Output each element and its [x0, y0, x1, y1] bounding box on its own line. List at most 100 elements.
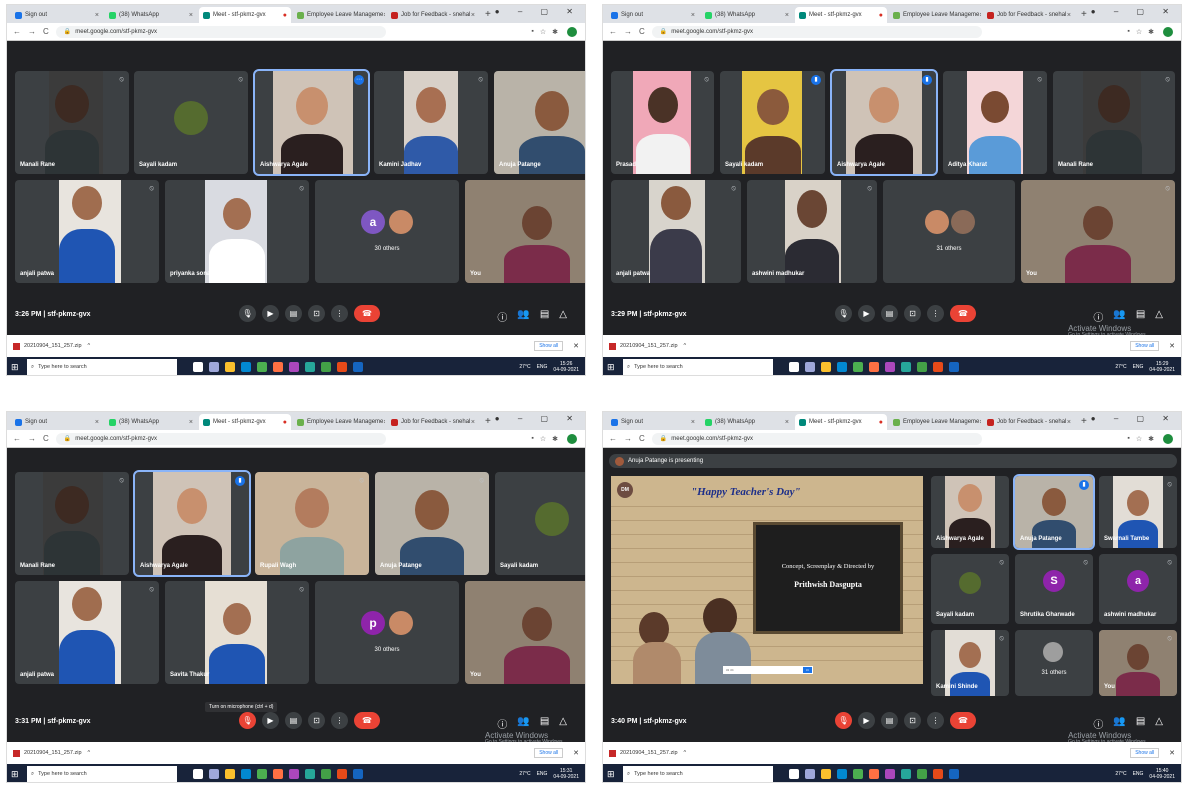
clock[interactable]: 15:31 04-09-2021 — [553, 768, 579, 780]
tab-whatsapp[interactable]: (38) WhatsApp × — [105, 7, 197, 23]
close-icon[interactable]: × — [471, 419, 475, 426]
close-icon[interactable]: × — [471, 12, 475, 19]
cortana-icon[interactable] — [789, 769, 799, 779]
language-indicator[interactable]: ENG — [537, 364, 548, 370]
chat-icon[interactable]: ▤ — [1136, 309, 1155, 324]
windows-start-icon[interactable]: ⊞ — [607, 361, 619, 373]
tab-whatsapp[interactable]: (38) WhatsApp × — [701, 7, 793, 23]
participant-tile[interactable]: Anuja Patange ⦸ — [375, 472, 489, 575]
extensions-icon[interactable]: ✱ — [1148, 28, 1160, 36]
others-tile[interactable]: 31 others — [1015, 630, 1093, 696]
powerpoint-icon[interactable] — [933, 769, 943, 779]
word-icon[interactable] — [949, 769, 959, 779]
window-controls[interactable]: ● – ▢ ✕ — [1091, 7, 1177, 16]
new-tab-button[interactable]: + — [1081, 414, 1087, 430]
close-icon[interactable]: × — [785, 419, 789, 426]
weather-text[interactable]: 27°C — [1115, 364, 1126, 370]
chevron-up-icon[interactable]: ^ — [684, 343, 687, 349]
edge-icon[interactable] — [837, 769, 847, 779]
word-icon[interactable] — [949, 362, 959, 372]
new-tab-button[interactable]: + — [485, 7, 491, 23]
close-icon[interactable]: ✕ — [573, 749, 579, 757]
window-controls[interactable]: ● – ▢ ✕ — [495, 7, 581, 16]
taskbar-search[interactable]: ⌕ Type here to search — [623, 766, 773, 782]
participant-tile[interactable]: Manali Rane ⦸ — [1053, 71, 1175, 174]
present-button[interactable]: ⊡ — [308, 305, 325, 322]
microphone-button[interactable]: 🎙 — [835, 305, 852, 322]
window-controls[interactable]: ● – ▢ ✕ — [495, 414, 581, 423]
reload-icon[interactable]: C — [43, 27, 49, 36]
participant-tile-active[interactable]: Aishwarya Agale ⋯ — [253, 69, 370, 176]
more-options-icon[interactable]: ⋯ — [354, 75, 364, 85]
close-icon[interactable]: × — [1067, 12, 1071, 19]
app-icon[interactable] — [289, 769, 299, 779]
profile-avatar[interactable] — [1163, 26, 1173, 37]
tab-job-feedback[interactable]: Job for Feedback - snehal × — [983, 7, 1075, 23]
others-tile[interactable]: 31 others — [883, 180, 1015, 283]
participant-tile-active[interactable]: Aishwarya Agale ▮ — [133, 470, 251, 577]
participant-tile[interactable]: S Shrutika Gharwade ⦸ — [1015, 554, 1093, 624]
download-filename[interactable]: 20210904_151_257.zip — [24, 343, 82, 349]
star-icon[interactable]: ☆ — [1136, 435, 1148, 443]
present-button[interactable]: ⊡ — [904, 305, 921, 322]
self-tile[interactable]: You ⦸ — [1021, 180, 1175, 283]
participant-tile[interactable]: Sayali kadam ⦸ — [134, 71, 248, 174]
more-options-button[interactable]: ⋮ — [927, 712, 944, 729]
excel-icon[interactable] — [321, 362, 331, 372]
clock[interactable]: 15:29 04-09-2021 — [1149, 361, 1175, 373]
meeting-details[interactable]: 3:26 PM | stf-pkmz-gvx — [15, 311, 91, 318]
powerpoint-icon[interactable] — [933, 362, 943, 372]
url-field[interactable]: 🔒 meet.google.com/stf-pkmz-gvx — [651, 432, 982, 445]
others-tile[interactable]: p 30 others — [315, 581, 459, 684]
clock[interactable]: 15:40 04-09-2021 — [1149, 768, 1175, 780]
participant-tile[interactable]: Manali Rane ⦸ — [15, 71, 129, 174]
captions-button[interactable]: ▤ — [285, 712, 302, 729]
weather-text[interactable]: 27°C — [519, 771, 530, 777]
star-icon[interactable]: ☆ — [1136, 28, 1148, 36]
app-icon[interactable] — [901, 769, 911, 779]
people-icon[interactable]: 👥 — [1113, 309, 1135, 324]
excel-icon[interactable] — [321, 769, 331, 779]
close-icon[interactable]: × — [691, 12, 695, 19]
close-icon[interactable]: × — [383, 419, 385, 426]
tab-meet[interactable]: Meet - stf-pkmz-gvx ● — [199, 414, 291, 430]
app-icon[interactable] — [885, 769, 895, 779]
edge-icon[interactable] — [837, 362, 847, 372]
leave-call-button[interactable]: ☎ — [354, 712, 380, 729]
stop-sharing-button[interactable]: ▭ — [802, 667, 812, 673]
more-options-button[interactable]: ⋮ — [331, 305, 348, 322]
close-icon[interactable]: × — [95, 12, 99, 19]
tab-employee-leave[interactable]: Employee Leave Manageme× — [889, 7, 981, 23]
clock[interactable]: 15:26 04-09-2021 — [553, 361, 579, 373]
self-tile[interactable]: You ⦸ — [1099, 630, 1177, 696]
reload-icon[interactable]: C — [639, 434, 645, 443]
camera-button[interactable]: ▶ — [858, 712, 875, 729]
download-filename[interactable]: 20210904_151_257.zip — [620, 750, 678, 756]
participant-tile[interactable]: Rupali Wagh ⦸ — [255, 472, 369, 575]
participant-tile[interactable]: a ashwini madhukar ⦸ — [1099, 554, 1177, 624]
url-field[interactable]: 🔒 meet.google.com/stf-pkmz-gvx — [651, 25, 982, 38]
tab-meet[interactable]: Meet - stf-pkmz-gvx ● — [795, 414, 887, 430]
microphone-button[interactable]: 🎙 — [239, 305, 256, 322]
app-icon[interactable] — [901, 362, 911, 372]
captions-button[interactable]: ▤ — [881, 305, 898, 322]
app-icon[interactable] — [305, 362, 315, 372]
close-icon[interactable]: × — [979, 12, 981, 19]
participant-tile[interactable]: Swarnali Tambe ⦸ — [1099, 476, 1177, 548]
file-explorer-icon[interactable] — [225, 769, 235, 779]
tab-employee-leave[interactable]: Employee Leave Manageme× — [889, 414, 981, 430]
more-options-button[interactable]: ⋮ — [927, 305, 944, 322]
word-icon[interactable] — [353, 362, 363, 372]
participant-tile[interactable]: Prasad ⦸ — [611, 71, 714, 174]
chat-icon[interactable]: ▤ — [540, 309, 559, 324]
profile-avatar[interactable] — [567, 26, 577, 37]
firefox-icon[interactable] — [273, 769, 283, 779]
people-icon[interactable]: 👥 — [517, 309, 539, 324]
participant-tile[interactable]: Kamini Shinde ⦸ — [931, 630, 1009, 696]
info-icon[interactable]: ⓘ — [497, 716, 517, 731]
microphone-off-button[interactable]: 🎙 — [835, 712, 852, 729]
show-all-button[interactable]: Show all — [1130, 748, 1160, 758]
captions-button[interactable]: ▤ — [285, 305, 302, 322]
participant-tile-active[interactable]: Aishwarya Agale ▮ — [830, 69, 938, 176]
reload-icon[interactable]: C — [43, 434, 49, 443]
